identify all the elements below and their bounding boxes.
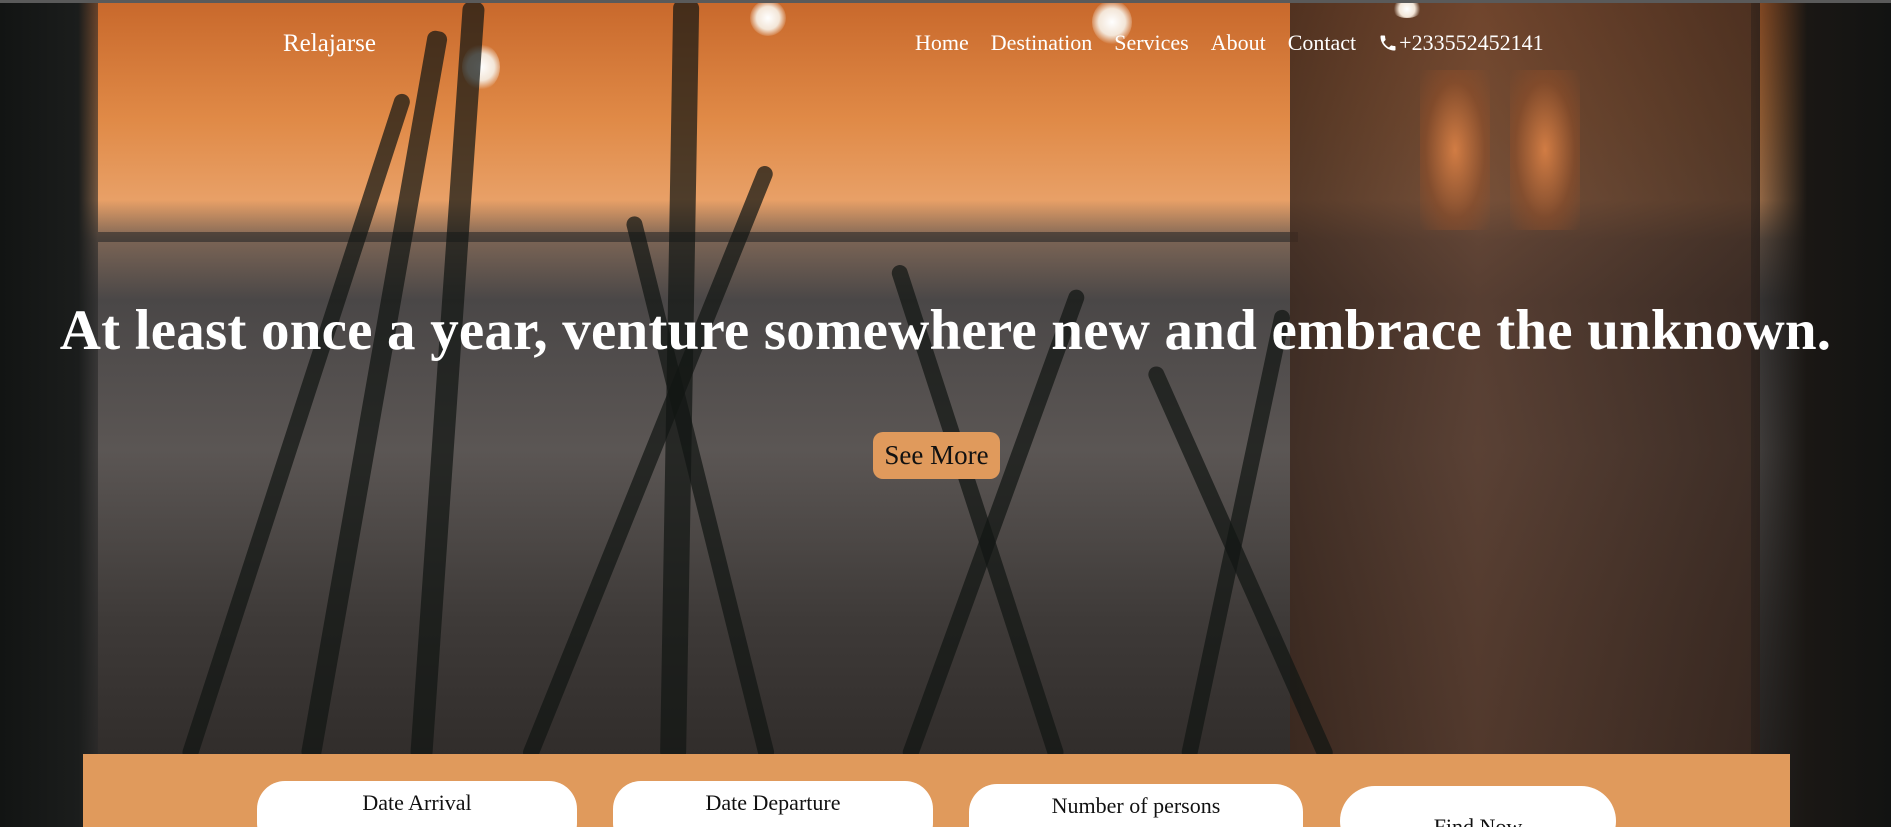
bg-window-glow xyxy=(1510,70,1580,230)
bg-light-bulb xyxy=(750,0,786,36)
main-nav: Home Destination Services About Contact … xyxy=(915,30,1544,56)
date-arrival-field[interactable]: Date Arrival xyxy=(257,781,577,827)
phone-icon xyxy=(1380,35,1396,51)
bg-window-glow xyxy=(1420,70,1490,230)
phone-number: +233552452141 xyxy=(1399,30,1544,55)
top-edge xyxy=(0,0,1891,3)
booking-bar: Date Arrival Date Departure Number of pe… xyxy=(83,754,1790,827)
bg-left-shadow xyxy=(0,0,98,827)
date-departure-field[interactable]: Date Departure xyxy=(613,781,933,827)
nav-about[interactable]: About xyxy=(1211,30,1266,56)
nav-contact[interactable]: Contact xyxy=(1288,30,1356,56)
bg-horizon xyxy=(98,232,1298,242)
page: Relajarse Home Destination Services Abou… xyxy=(0,0,1891,827)
number-of-persons-field[interactable]: Number of persons xyxy=(969,784,1303,827)
brand-logo[interactable]: Relajarse xyxy=(283,30,376,58)
see-more-button[interactable]: See More xyxy=(873,432,1000,479)
bg-right-shadow xyxy=(1751,0,1891,827)
nav-destination[interactable]: Destination xyxy=(991,30,1092,56)
find-now-button[interactable]: Find Now xyxy=(1340,786,1616,827)
nav-services[interactable]: Services xyxy=(1114,30,1189,56)
nav-home[interactable]: Home xyxy=(915,30,969,56)
hero-title: At least once a year, venture somewhere … xyxy=(59,299,1832,362)
phone-link[interactable]: +233552452141 xyxy=(1378,30,1544,56)
